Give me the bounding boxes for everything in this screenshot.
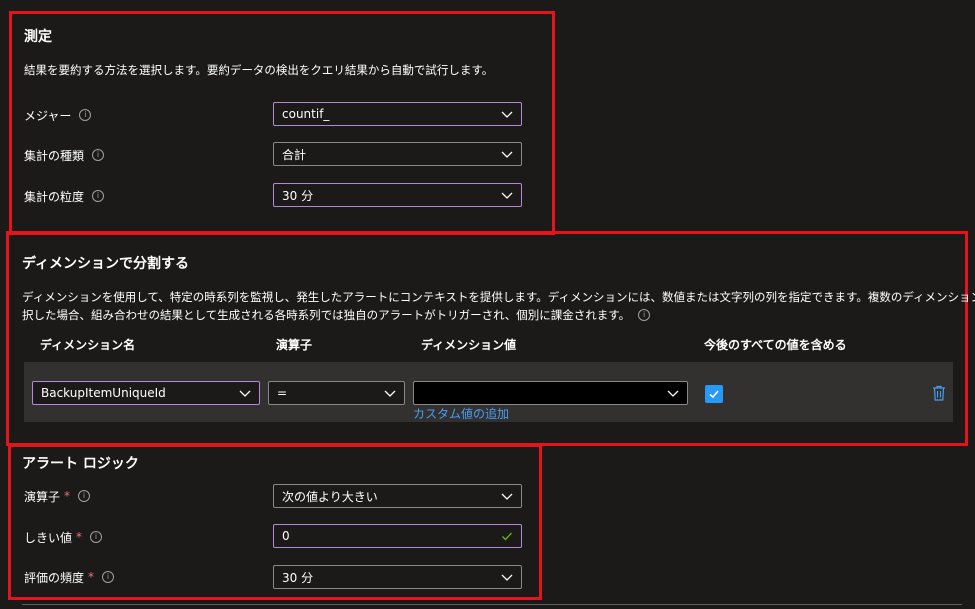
measure-description: 結果を要約する方法を選択します。要約データの検出をクエリ結果から自動で試行します…	[24, 63, 494, 77]
threshold-value: 0	[282, 529, 290, 543]
aggregation-type-label-row: 集計の種類 i	[24, 145, 105, 165]
split-description-line1: ディメンションを使用して、特定の時系列を監視し、発生したアラートにコンテキストを…	[22, 290, 975, 304]
measure-label: メジャー	[24, 108, 72, 123]
chevron-down-icon	[501, 192, 513, 199]
frequency-label-row: 評価の頻度 * i	[24, 567, 115, 587]
dimension-name-select[interactable]: BackupItemUniqueId	[32, 381, 260, 405]
info-icon[interactable]: i	[90, 531, 103, 543]
split-description-line2-row: 択した場合、組み合わせの結果として生成される各時系列では独自のアラートがトリガー…	[22, 305, 651, 325]
chevron-down-icon	[667, 390, 679, 397]
chevron-down-icon	[384, 390, 396, 397]
aggregation-granularity-select[interactable]: 30 分	[273, 183, 522, 207]
measure-title: 測定	[24, 29, 52, 45]
required-marker: *	[76, 530, 83, 544]
dimension-name-value: BackupItemUniqueId	[41, 386, 166, 400]
measure-select-value: countif_	[282, 107, 330, 121]
info-icon[interactable]: i	[92, 190, 105, 202]
column-header-operator: 演算子	[276, 338, 313, 352]
split-title: ディメンションで分割する	[22, 256, 190, 272]
aggregation-granularity-label: 集計の粒度	[24, 189, 85, 204]
info-icon[interactable]: i	[92, 149, 105, 161]
alert-logic-title: アラート ロジック	[22, 456, 139, 472]
frequency-value: 30 分	[282, 570, 314, 585]
required-marker: *	[64, 489, 71, 503]
info-icon[interactable]: i	[638, 309, 651, 321]
aggregation-granularity-value: 30 分	[282, 188, 314, 203]
column-header-dimension-name: ディメンション名	[40, 338, 136, 352]
trash-icon[interactable]	[932, 385, 946, 401]
operator-value: =	[277, 386, 288, 400]
measure-label-row: メジャー i	[24, 105, 92, 125]
bottom-divider	[22, 604, 962, 605]
operator-select[interactable]: =	[268, 381, 405, 405]
split-description-line2: 択した場合、組み合わせの結果として生成される各時系列では独自のアラートがトリガー…	[22, 308, 631, 322]
aggregation-granularity-label-row: 集計の粒度 i	[24, 186, 105, 206]
aggregation-type-value: 合計	[282, 147, 307, 162]
alert-operator-label-row: 演算子 * i	[24, 486, 91, 506]
checkmark-icon	[502, 532, 512, 541]
dimension-value-select[interactable]	[413, 381, 688, 405]
chevron-down-icon	[501, 111, 513, 118]
aggregation-type-select[interactable]: 合計	[273, 142, 522, 166]
include-future-values-checkbox[interactable]	[705, 385, 723, 403]
alert-operator-select[interactable]: 次の値より大きい	[273, 484, 522, 508]
column-header-include-future: 今後のすべての値を含める	[704, 338, 847, 352]
alert-operator-label: 演算子	[24, 489, 61, 504]
chevron-down-icon	[501, 574, 513, 581]
threshold-label: しきい値	[24, 530, 73, 545]
alert-operator-value: 次の値より大きい	[282, 489, 378, 504]
frequency-select[interactable]: 30 分	[273, 565, 522, 589]
frequency-label: 評価の頻度	[24, 570, 85, 585]
threshold-label-row: しきい値 * i	[24, 527, 103, 547]
info-icon[interactable]: i	[79, 109, 92, 121]
chevron-down-icon	[501, 493, 513, 500]
chevron-down-icon	[501, 151, 513, 158]
chevron-down-icon	[239, 390, 251, 397]
aggregation-type-label: 集計の種類	[24, 148, 85, 163]
info-icon[interactable]: i	[78, 490, 91, 502]
info-icon[interactable]: i	[102, 571, 115, 583]
measure-select[interactable]: countif_	[273, 102, 522, 126]
add-custom-value-link[interactable]: カスタム値の追加	[413, 405, 509, 422]
column-header-dimension-value: ディメンション値	[421, 338, 517, 352]
threshold-input[interactable]: 0	[273, 524, 522, 548]
required-marker: *	[88, 570, 95, 584]
checkmark-icon	[709, 390, 719, 399]
